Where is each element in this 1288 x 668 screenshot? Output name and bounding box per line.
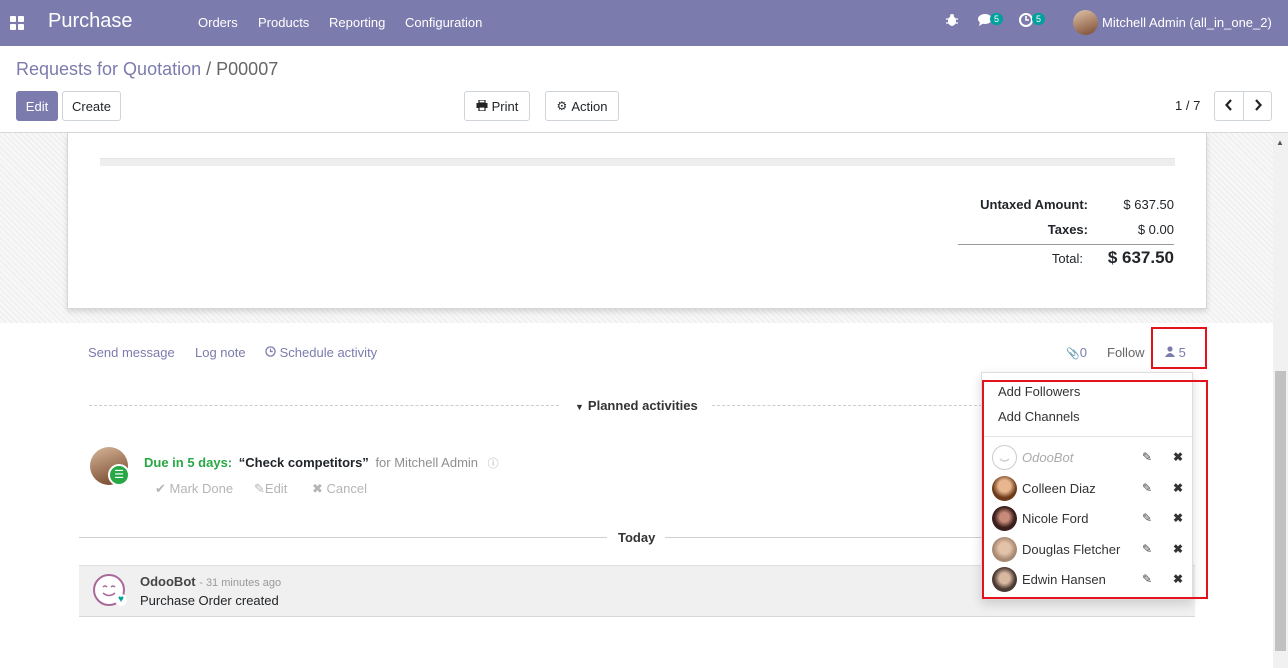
schedule-activity-button[interactable]: Schedule activity bbox=[265, 345, 377, 360]
create-button[interactable]: Create bbox=[62, 91, 121, 121]
untaxed-amount-label: Untaxed Amount: bbox=[980, 197, 1088, 212]
attachments-button[interactable]: 📎0 bbox=[1066, 345, 1087, 360]
form-sheet: Untaxed Amount: $ 637.50 Taxes: $ 0.00 T… bbox=[67, 133, 1207, 309]
activities-badge: 5 bbox=[1032, 13, 1046, 25]
action-button[interactable]: ⚙ Action bbox=[545, 91, 619, 121]
action-label: Action bbox=[571, 98, 608, 114]
app-brand[interactable]: Purchase bbox=[48, 10, 133, 33]
page-scrollbar[interactable]: ▲ bbox=[1273, 133, 1288, 668]
total-divider bbox=[958, 244, 1174, 245]
today-label: Today bbox=[618, 530, 656, 545]
taxes-label: Taxes: bbox=[1047, 222, 1088, 237]
activity-summary: “Check competitors” bbox=[238, 455, 369, 470]
today-separator-left bbox=[79, 537, 607, 538]
times-icon: ✖ bbox=[312, 481, 323, 496]
total-label: Total: bbox=[1051, 251, 1083, 266]
activity-edit-button[interactable]: ✎Edit bbox=[254, 481, 287, 497]
debug-bug-icon[interactable] bbox=[945, 13, 959, 30]
activity-mark-done-button[interactable]: ✔ Mark Done bbox=[155, 481, 233, 497]
user-menu[interactable]: Mitchell Admin (all_in_one_2) bbox=[1102, 15, 1272, 30]
breadcrumb-parent-link[interactable]: Requests for Quotation bbox=[16, 59, 201, 79]
schedule-activity-label: Schedule activity bbox=[279, 345, 378, 360]
pager-next-button[interactable] bbox=[1243, 91, 1272, 121]
total-value: $ 637.50 bbox=[1107, 248, 1174, 267]
send-message-button[interactable]: Send message bbox=[88, 345, 175, 360]
activity-due: Due in 5 days: bbox=[144, 455, 233, 470]
highlight-followers-dropdown bbox=[982, 380, 1208, 599]
message-author[interactable]: OdooBot bbox=[140, 574, 196, 589]
scrollbar-thumb[interactable] bbox=[1275, 371, 1286, 651]
print-icon bbox=[476, 98, 488, 114]
info-circle-icon[interactable]: ⓘ bbox=[488, 458, 499, 470]
message-header: OdooBot - 31 minutes ago bbox=[140, 574, 281, 589]
message-body: Purchase Order created bbox=[140, 593, 279, 608]
breadcrumb-current: P00007 bbox=[216, 59, 279, 79]
highlight-followers-button bbox=[1151, 327, 1207, 369]
print-button[interactable]: Print bbox=[464, 91, 530, 121]
edit-button[interactable]: Edit bbox=[16, 91, 58, 121]
planned-activities-toggle[interactable]: ▼ Planned activities bbox=[575, 398, 698, 413]
attachments-count: 0 bbox=[1079, 345, 1087, 360]
menu-configuration[interactable]: Configuration bbox=[405, 15, 482, 30]
control-panel: Requests for Quotation / P00007 Edit Cre… bbox=[0, 46, 1288, 133]
user-avatar[interactable] bbox=[1073, 10, 1098, 35]
taxes-value: $ 0.00 bbox=[1137, 222, 1174, 237]
messages-badge: 5 bbox=[990, 13, 1004, 25]
breadcrumb-separator: / bbox=[206, 59, 212, 79]
follow-button[interactable]: Follow bbox=[1107, 345, 1145, 360]
menu-products[interactable]: Products bbox=[258, 15, 309, 30]
pencil-icon: ✎ bbox=[254, 481, 265, 496]
chevron-right-icon bbox=[1254, 98, 1262, 114]
clock-icon bbox=[265, 345, 280, 360]
untaxed-amount-value: $ 637.50 bbox=[1123, 197, 1174, 212]
planned-separator-right bbox=[712, 405, 982, 406]
activity-edit-label: Edit bbox=[264, 481, 288, 496]
activities-clock-icon[interactable] bbox=[1019, 13, 1033, 30]
planned-activities-title: Planned activities bbox=[587, 398, 698, 413]
top-navbar: Purchase Orders Products Reporting Confi… bbox=[0, 0, 1288, 46]
breadcrumb: Requests for Quotation / P00007 bbox=[16, 59, 278, 80]
activity-cancel-button[interactable]: ✖ Cancel bbox=[312, 481, 367, 497]
check-icon: ✔ bbox=[155, 481, 166, 496]
log-note-button[interactable]: Log note bbox=[195, 345, 246, 360]
activity-assignee: for Mitchell Admin bbox=[375, 455, 479, 470]
activity-line: Due in 5 days: “Check competitors” for M… bbox=[144, 455, 499, 471]
heart-icon: ♥ bbox=[115, 594, 127, 606]
print-label: Print bbox=[491, 98, 519, 114]
paperclip-icon: 📎 bbox=[1066, 348, 1080, 360]
gear-icon: ⚙ bbox=[556, 99, 568, 113]
menu-orders[interactable]: Orders bbox=[198, 15, 238, 30]
chevron-left-icon bbox=[1225, 98, 1233, 114]
pager-previous-button[interactable] bbox=[1214, 91, 1244, 121]
planned-separator-left bbox=[89, 405, 559, 406]
mark-done-label: Mark Done bbox=[169, 481, 234, 496]
apps-menu-icon[interactable] bbox=[10, 16, 24, 30]
message-time: - 31 minutes ago bbox=[199, 577, 282, 589]
activity-type-icon: ☰ bbox=[108, 464, 130, 486]
today-separator-right bbox=[665, 537, 981, 538]
scroll-up-icon[interactable]: ▲ bbox=[1276, 138, 1284, 147]
order-lines-footer bbox=[100, 158, 1175, 166]
caret-down-icon: ▼ bbox=[575, 402, 584, 412]
pager-value[interactable]: 1 / 7 bbox=[1175, 98, 1200, 113]
activity-cancel-label: Cancel bbox=[326, 481, 367, 496]
menu-reporting[interactable]: Reporting bbox=[329, 15, 385, 30]
